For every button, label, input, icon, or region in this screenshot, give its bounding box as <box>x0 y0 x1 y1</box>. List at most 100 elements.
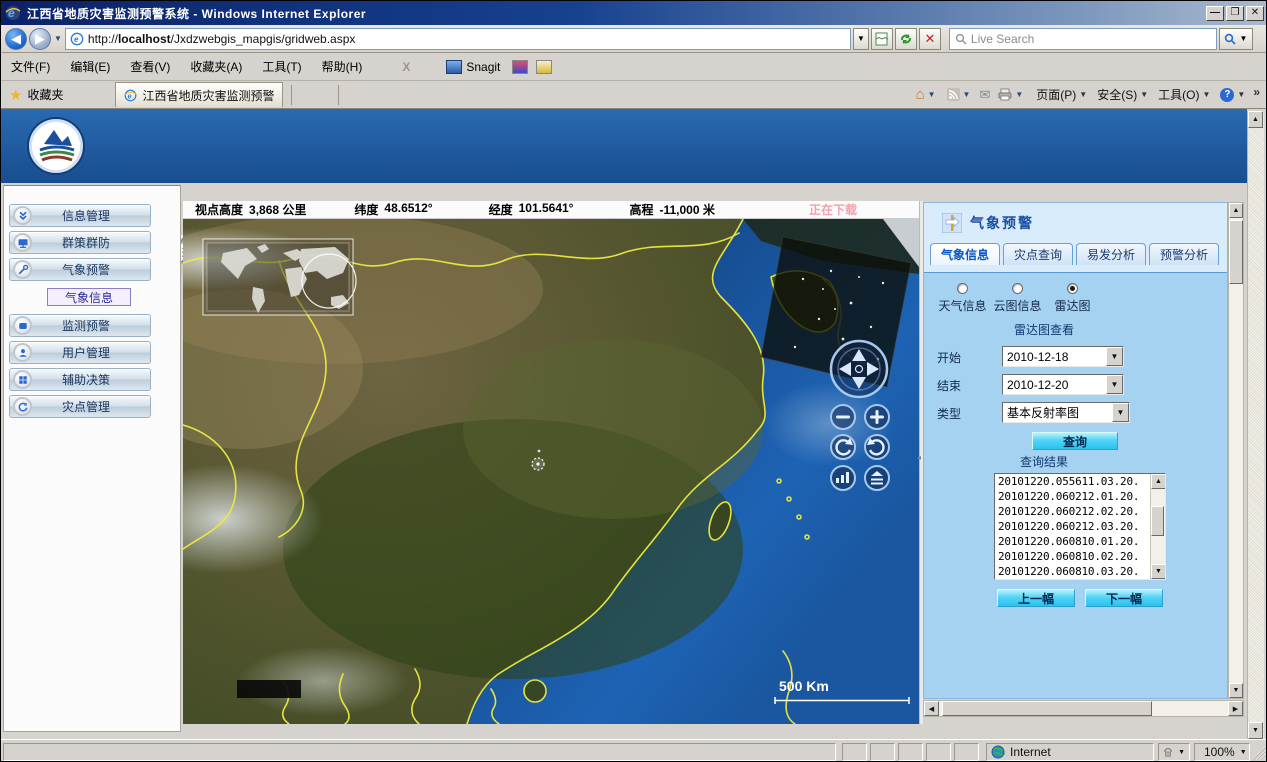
zoom-segment[interactable]: 100% ▼ <box>1194 743 1250 761</box>
minimize-button[interactable]: — <box>1206 6 1224 21</box>
compatibility-view-button[interactable] <box>871 28 893 50</box>
sidebar-item-hazard-point-mgmt[interactable]: 灾点管理 <box>9 395 151 418</box>
tab-hazard-query[interactable]: 灾点查询 <box>1003 243 1073 265</box>
search-go-button[interactable]: ▼ <box>1219 28 1253 50</box>
user-icon <box>13 343 32 362</box>
radio-weather-info[interactable]: 天气信息 <box>936 283 989 314</box>
history-dropdown-icon[interactable]: ▼ <box>54 34 62 43</box>
globe-map-view[interactable]: 500 Km <box>183 219 919 724</box>
status-message-segment <box>3 743 836 761</box>
sidebar-item-info-mgmt[interactable]: 信息管理 <box>9 204 151 227</box>
radio-radar-image[interactable]: 雷达图 <box>1046 283 1099 314</box>
resize-grip[interactable] <box>1252 746 1266 760</box>
tab-content: 天气信息 云图信息 雷达图 雷达图查看 开始 2010-12-18▼ 结束 20… <box>924 272 1227 698</box>
print-icon[interactable] <box>998 88 1012 101</box>
search-dropdown-icon[interactable]: ▼ <box>1239 34 1247 43</box>
latitude-label: 纬度 <box>354 201 378 218</box>
result-item[interactable]: 20101220.060810.03.20. <box>995 564 1165 579</box>
mail-icon[interactable]: ✉ <box>979 87 990 103</box>
panel-tabs: 气象信息 灾点查询 易发分析 预警分析 <box>924 241 1227 265</box>
elevation-value: -11,000 米 <box>659 201 714 218</box>
menu-favorites[interactable]: 收藏夹(A) <box>180 54 252 79</box>
url-dropdown-button[interactable]: ▼ <box>853 28 869 50</box>
refresh-button[interactable] <box>895 28 917 50</box>
start-date-select[interactable]: 2010-12-18▼ <box>1002 346 1124 367</box>
radio-cloud-image[interactable]: 云图信息 <box>991 283 1044 314</box>
result-item[interactable]: 20101220.060810.01.20. <box>995 534 1165 549</box>
forward-button[interactable]: ▶ <box>29 28 51 50</box>
protected-mode-icon <box>1163 746 1173 758</box>
menu-help[interactable]: 帮助(H) <box>312 54 373 79</box>
result-item[interactable]: 20101220.060212.03.20. <box>995 519 1165 534</box>
scroll-thumb <box>942 701 1152 716</box>
sidebar-item-user-mgmt[interactable]: 用户管理 <box>9 341 151 364</box>
panel-horizontal-scrollbar[interactable]: ◀ ▶ <box>923 700 1244 717</box>
result-item[interactable]: 20101220.060212.02.20. <box>995 504 1165 519</box>
back-button[interactable]: ◀ <box>5 28 27 50</box>
snagit-edit-icon[interactable] <box>536 60 552 74</box>
tab-susceptibility-analysis[interactable]: 易发分析 <box>1076 243 1146 265</box>
tools-icon <box>13 260 32 279</box>
compass-control[interactable] <box>831 341 887 397</box>
collapse-arrow-icon[interactable]: ◂ <box>917 453 921 462</box>
type-select[interactable]: 基本反射率图▼ <box>1002 402 1130 423</box>
signpost-icon <box>942 213 962 233</box>
security-menu[interactable]: 安全(S)▼ <box>1097 86 1148 103</box>
internet-globe-icon <box>991 745 1005 759</box>
tab-favicon-icon: e <box>124 89 137 102</box>
maximize-button[interactable]: ❐ <box>1226 6 1244 21</box>
previous-image-button[interactable]: 上一幅 <box>997 589 1075 607</box>
end-date-select[interactable]: 2010-12-20▼ <box>1002 374 1124 395</box>
list-scrollbar[interactable]: ▲ ▼ <box>1150 474 1165 579</box>
protected-mode-segment[interactable]: ▼ <box>1158 743 1190 761</box>
browser-tab[interactable]: e 江西省地质灾害监测预警系统 <box>115 82 283 107</box>
query-button[interactable]: 查询 <box>1032 432 1118 450</box>
menu-edit[interactable]: 编辑(E) <box>60 54 120 79</box>
favorites-star-icon[interactable]: ★ <box>9 86 22 104</box>
sidebar-subitem-weather-info[interactable]: 气象信息 <box>47 288 131 306</box>
zoom-level: 100% <box>1204 745 1235 759</box>
snagit-toolbar[interactable]: Snagit <box>446 60 552 74</box>
end-date-label: 结束 <box>937 377 961 394</box>
favorites-label[interactable]: 收藏夹 <box>27 86 63 103</box>
search-input[interactable]: Live Search <box>949 28 1217 50</box>
stop-button[interactable]: ✕ <box>919 28 941 50</box>
result-item[interactable]: 20101220.060212.01.20. <box>995 489 1165 504</box>
menu-tools[interactable]: 工具(T) <box>252 54 311 79</box>
zoom-out-button[interactable] <box>831 405 855 429</box>
sidebar-item-monitor-warning[interactable]: 监测预警 <box>9 314 151 337</box>
overview-world-inset[interactable] <box>203 239 356 315</box>
snagit-capture-icon[interactable] <box>512 60 528 74</box>
next-image-button[interactable]: 下一幅 <box>1085 589 1163 607</box>
more-commands-button[interactable]: » <box>1253 85 1260 99</box>
url-field[interactable]: e http://localhost/Jxdzwebgis_mapgis/gri… <box>65 28 851 50</box>
screen-icon <box>13 316 32 335</box>
result-item[interactable]: 20101220.055611.03.20. <box>995 474 1165 489</box>
tab-warning-analysis[interactable]: 预警分析 <box>1149 243 1219 265</box>
result-item[interactable]: 20101220.060810.02.20. <box>995 549 1165 564</box>
chevron-down-icon: ▼ <box>1106 347 1123 366</box>
menu-file[interactable]: 文件(F) <box>1 54 60 79</box>
panel-vertical-scrollbar[interactable]: ▲ ▼ <box>1228 202 1244 699</box>
home-icon[interactable]: ⌂ <box>916 86 925 103</box>
zoom-in-button[interactable] <box>865 405 889 429</box>
sidebar-item-group-defense[interactable]: 群策群防 <box>9 231 151 254</box>
results-listbox[interactable]: 20101220.055611.03.20. 20101220.060212.0… <box>994 473 1166 580</box>
status-bar: Internet ▼ 100% ▼ <box>1 739 1267 762</box>
help-menu[interactable]: ?▼ <box>1220 88 1245 102</box>
rotate-cw-button[interactable] <box>865 435 889 459</box>
sidebar-item-weather-warning[interactable]: 气象预警 <box>9 258 151 281</box>
rotate-ccw-button[interactable] <box>831 435 855 459</box>
page-vertical-scrollbar[interactable]: ▲ ▼ <box>1247 111 1264 739</box>
tilt-bars-button[interactable] <box>831 466 855 490</box>
magnifier-icon <box>1224 33 1236 45</box>
toolbar-close-button[interactable]: X <box>402 60 410 74</box>
close-button[interactable]: ✕ <box>1246 6 1264 21</box>
tab-weather-info[interactable]: 气象信息 <box>930 243 1000 265</box>
layers-button[interactable] <box>865 466 889 490</box>
menu-view[interactable]: 查看(V) <box>120 54 180 79</box>
tools-menu[interactable]: 工具(O)▼ <box>1158 86 1210 103</box>
sidebar-item-decision-support[interactable]: 辅助决策 <box>9 368 151 391</box>
page-menu[interactable]: 页面(P)▼ <box>1036 86 1087 103</box>
feeds-icon[interactable] <box>947 88 960 101</box>
